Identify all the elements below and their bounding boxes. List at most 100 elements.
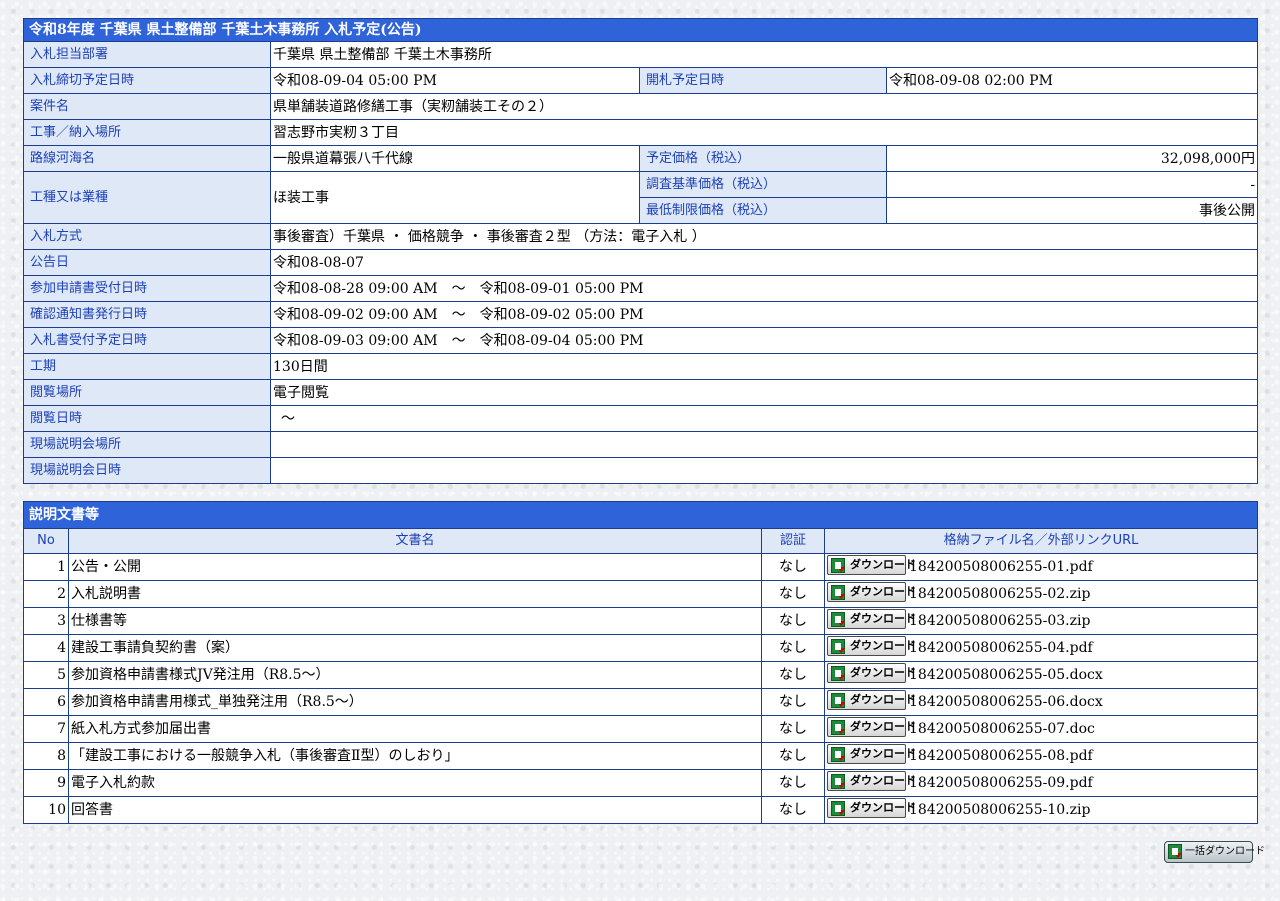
download-button[interactable]: ダウンロード: [827, 690, 916, 710]
download-button[interactable]: ダウンロード: [827, 582, 916, 602]
doc-name: 紙入札方式参加届出書: [68, 715, 762, 743]
view-place-label: 閲覧場所: [23, 379, 271, 406]
dept-label: 入札担当部署: [23, 41, 271, 68]
download-button[interactable]: ダウンロード: [827, 717, 916, 737]
doc-auth: なし: [761, 661, 825, 689]
doc-auth: なし: [761, 607, 825, 635]
table-row: 4 建設工事請負契約書（案） なし ダウンロード184200508006255-04.…: [23, 634, 1258, 662]
doc-auth: なし: [761, 742, 825, 770]
table-row: 7 紙入札方式参加届出書 なし ダウンロード184200508006255-07.do…: [23, 715, 1258, 743]
table-row: 5 参加資格申請書様式JV発注用（R8.5～） なし ダウンロード1842005080…: [23, 661, 1258, 689]
download-icon: [831, 801, 845, 816]
price-label: 予定価格（税込）: [639, 145, 887, 172]
doc-file-cell: ダウンロード184200508006255-10.zip: [824, 796, 1258, 824]
doc-auth: なし: [761, 634, 825, 662]
doc-name: 回答書: [68, 796, 762, 824]
doc-file-name: 184200508006255-04.pdf: [909, 639, 1093, 656]
doc-file-cell: ダウンロード184200508006255-06.docx: [824, 688, 1258, 716]
download-icon: [831, 585, 845, 600]
bulk-download-button[interactable]: 一括ダウンロード: [1164, 841, 1265, 863]
doc-file-name: 184200508006255-06.docx: [909, 693, 1103, 710]
download-button[interactable]: ダウンロード: [827, 636, 916, 656]
doc-file-name: 184200508006255-02.zip: [909, 585, 1091, 602]
download-label: ダウンロード: [850, 666, 916, 679]
doc-file-name: 184200508006255-09.pdf: [909, 774, 1093, 791]
doc-no: 5: [23, 661, 69, 689]
download-button[interactable]: ダウンロード: [827, 771, 916, 791]
doc-no: 7: [23, 715, 69, 743]
doc-file-cell: ダウンロード184200508006255-08.pdf: [824, 742, 1258, 770]
period-label: 工期: [23, 353, 271, 380]
view-date-value: ～: [269, 405, 1259, 432]
table-row: 9 電子入札約款 なし ダウンロード184200508006255-09.pdf: [23, 769, 1258, 797]
doc-file-cell: ダウンロード184200508006255-09.pdf: [824, 769, 1258, 797]
download-icon: [831, 747, 845, 762]
col-no: No: [23, 528, 69, 554]
bid-receipt-label: 入札書受付予定日時: [23, 327, 271, 354]
download-icon: [831, 720, 845, 735]
download-label: ダウンロード: [850, 558, 916, 571]
method-value: 事後審査）千葉県 ・ 価格競争 ・ 事後審査２型 （方法：電子入札 ）: [269, 223, 1259, 250]
doc-auth: なし: [761, 796, 825, 824]
documents-title: 説明文書等: [23, 501, 1258, 529]
doc-auth: なし: [761, 553, 825, 581]
table-row: 2 入札説明書 なし ダウンロード184200508006255-02.zip: [23, 580, 1258, 608]
site-date-value: [269, 457, 1259, 484]
col-doc-name: 文書名: [68, 528, 762, 554]
deadline-label: 入札締切予定日時: [23, 67, 271, 94]
download-icon: [831, 666, 845, 681]
download-button[interactable]: ダウンロード: [827, 663, 916, 683]
doc-file-name: 184200508006255-10.zip: [909, 801, 1091, 818]
download-label: ダウンロード: [850, 585, 916, 598]
view-place-value: 電子閲覧: [269, 379, 1259, 406]
doc-file-name: 184200508006255-05.docx: [909, 666, 1103, 683]
download-button[interactable]: ダウンロード: [827, 609, 916, 629]
confirm-label: 確認通知書発行日時: [23, 301, 271, 328]
doc-file-name: 184200508006255-03.zip: [909, 612, 1091, 629]
table-row: 10 回答書 なし ダウンロード184200508006255-10.zip: [23, 796, 1258, 824]
table-row: 8 「建設工事における一般競争入札（事後審査Ⅱ型）のしおり」 なし ダウンロード184…: [23, 742, 1258, 770]
min-price-value: 事後公開: [885, 197, 1259, 224]
download-icon: [831, 612, 845, 627]
doc-no: 3: [23, 607, 69, 635]
doc-auth: なし: [761, 688, 825, 716]
download-label: ダウンロード: [850, 612, 916, 625]
col-auth: 認証: [761, 528, 825, 554]
survey-label: 調査基準価格（税込）: [639, 171, 887, 198]
type-label: 工種又は業種: [23, 171, 271, 224]
bid-info-table: 令和8年度 千葉県 県土整備部 千葉土木事務所 入札予定(公告) 入札担当部署 …: [22, 18, 1259, 484]
page-title: 令和8年度 千葉県 県土整備部 千葉土木事務所 入札予定(公告): [22, 18, 1259, 42]
doc-auth: なし: [761, 580, 825, 608]
bid-receipt-value: 令和08-09-03 09:00 AM ～ 令和08-09-04 05:00 P…: [269, 327, 1259, 354]
doc-name: 公告・公開: [68, 553, 762, 581]
doc-auth: なし: [761, 715, 825, 743]
survey-value: -: [885, 171, 1259, 198]
doc-file-name: 184200508006255-08.pdf: [909, 747, 1093, 764]
notice-value: 令和08-08-07: [269, 249, 1259, 276]
doc-file-name: 184200508006255-01.pdf: [909, 558, 1093, 575]
download-button[interactable]: ダウンロード: [827, 555, 916, 575]
route-label: 路線河海名: [23, 145, 271, 172]
case-value: 県単舗装道路修繕工事（実籾舗装工その２）: [269, 93, 1259, 120]
doc-file-name: 184200508006255-07.doc: [909, 720, 1095, 737]
download-button[interactable]: ダウンロード: [827, 744, 916, 764]
download-label: ダウンロード: [850, 801, 916, 814]
download-label: ダウンロード: [850, 747, 916, 760]
doc-no: 4: [23, 634, 69, 662]
doc-file-cell: ダウンロード184200508006255-05.docx: [824, 661, 1258, 689]
doc-name: 「建設工事における一般競争入札（事後審査Ⅱ型）のしおり」: [68, 742, 762, 770]
doc-name: 参加資格申請書様式JV発注用（R8.5～）: [68, 661, 762, 689]
opening-value: 令和08-09-08 02:00 PM: [885, 67, 1259, 94]
route-value: 一般県道幕張八千代線: [270, 145, 640, 172]
place-value: 習志野市実籾３丁目: [269, 119, 1259, 146]
apply-label: 参加申請書受付日時: [23, 275, 271, 302]
apply-value: 令和08-08-28 09:00 AM ～ 令和08-09-01 05:00 P…: [269, 275, 1259, 302]
deadline-value: 令和08-09-04 05:00 PM: [270, 67, 640, 94]
site-place-value: [269, 431, 1259, 458]
doc-name: 電子入札約款: [68, 769, 762, 797]
download-label: ダウンロード: [850, 720, 916, 733]
confirm-value: 令和08-09-02 09:00 AM ～ 令和08-09-02 05:00 P…: [269, 301, 1259, 328]
bulk-download-label: 一括ダウンロード: [1185, 846, 1265, 857]
min-price-label: 最低制限価格（税込）: [639, 197, 887, 224]
download-button[interactable]: ダウンロード: [827, 798, 916, 818]
